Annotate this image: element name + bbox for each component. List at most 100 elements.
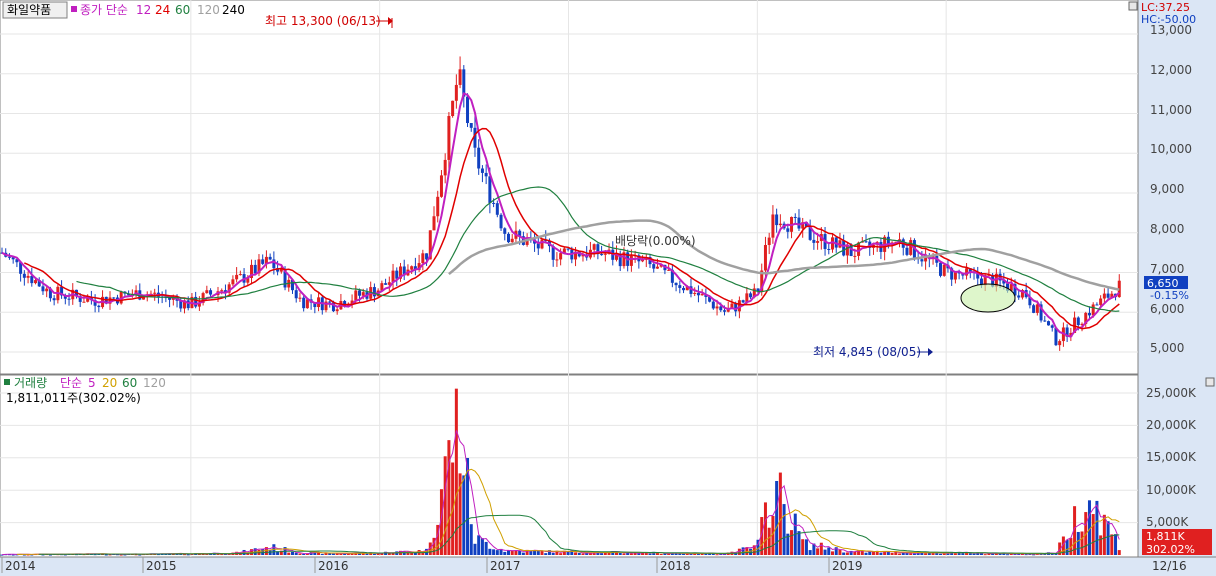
volume-bar — [1006, 554, 1010, 556]
volume-bar — [574, 552, 578, 555]
candle-body — [432, 216, 436, 231]
x-label-2018: 2018 — [660, 559, 691, 573]
volume-bar — [827, 547, 831, 555]
candle-body — [603, 253, 607, 255]
current-volume: 1,811K — [1146, 530, 1185, 543]
candle-body — [30, 275, 34, 284]
candle-body — [540, 239, 544, 249]
ma-period-12: 12 — [136, 3, 151, 17]
candle-body — [1050, 325, 1054, 328]
candle-body — [1043, 320, 1047, 322]
candle-body — [361, 292, 365, 296]
volume-bar — [365, 553, 369, 555]
candle-body — [45, 288, 49, 292]
volume-bar — [1114, 534, 1118, 555]
volume-bar — [261, 548, 265, 555]
candle-body — [1099, 298, 1103, 305]
candle-body — [395, 270, 399, 279]
price-legend-marker — [71, 6, 77, 12]
candle-body — [771, 214, 775, 238]
candle-body — [503, 228, 507, 234]
volume-bar — [842, 552, 846, 555]
candle-body — [499, 214, 503, 229]
volume-bar — [715, 554, 719, 556]
candle-body — [536, 243, 540, 249]
candle-body — [793, 216, 797, 218]
volume-bar — [1110, 534, 1114, 555]
vol-ytick-5000k: 5,000K — [1146, 515, 1189, 529]
ma-prefix: 종가 단순 — [80, 3, 128, 17]
volume-bar — [790, 530, 794, 555]
volume-bar — [358, 553, 362, 555]
candle-body — [1035, 304, 1039, 313]
candle-body — [674, 282, 678, 286]
volume-bar — [763, 502, 767, 555]
candle-body — [749, 293, 753, 298]
volume-bar — [696, 554, 700, 556]
candle-body — [209, 290, 213, 295]
candle-body — [920, 259, 924, 262]
volume-bar — [879, 552, 883, 555]
volume-bar — [495, 550, 499, 555]
volume-bar — [287, 552, 291, 555]
candle-body — [41, 286, 45, 292]
volume-bar — [629, 553, 633, 555]
current-volume-pct: 302.02% — [1146, 543, 1195, 556]
volume-bar — [503, 551, 507, 555]
x-axis-area — [0, 557, 1216, 576]
candle-body — [510, 238, 514, 243]
volume-bar — [845, 552, 849, 555]
volume-bar — [648, 553, 652, 555]
volume-bar — [320, 554, 324, 556]
candle-body — [693, 292, 697, 294]
volume-bar — [838, 549, 842, 555]
ma-period-240: 240 — [222, 3, 245, 17]
candle-body — [328, 301, 332, 303]
candle-body — [853, 255, 857, 257]
volume-bar — [540, 550, 544, 555]
price-panel-close-button[interactable] — [1128, 1, 1138, 11]
vol-ytick-10000k: 10,000K — [1146, 483, 1197, 497]
candle-body — [1017, 295, 1021, 298]
candle-body — [592, 244, 596, 250]
candle-body — [763, 245, 767, 271]
price-ytick-12000: 12,000 — [1150, 63, 1192, 77]
candle-body — [253, 264, 257, 274]
candle-body — [842, 240, 846, 256]
volume-panel-close-button[interactable] — [1205, 377, 1215, 387]
volume-bar — [618, 552, 622, 555]
vol-ytick-15000k: 15,000K — [1146, 450, 1197, 464]
volume-bar — [290, 551, 294, 555]
candle-body — [767, 237, 771, 246]
candle-body — [268, 256, 272, 260]
volume-bar — [581, 553, 585, 555]
candle-body — [942, 264, 946, 276]
x-label-2015: 2015 — [146, 559, 177, 573]
volume-bar — [782, 504, 786, 555]
price-ytick-10000: 10,000 — [1150, 142, 1192, 156]
volume-ma-5: 5 — [88, 376, 96, 390]
volume-bar — [1099, 535, 1103, 555]
candle-body — [294, 290, 298, 299]
candle-body — [722, 310, 726, 312]
volume-bar — [473, 543, 477, 555]
volume-bar — [302, 553, 306, 555]
candle-body — [484, 172, 488, 177]
volume-bar — [1080, 531, 1084, 555]
candle-body — [1102, 293, 1106, 299]
candle-body — [112, 297, 116, 299]
candle-body — [220, 290, 224, 292]
candle-body — [696, 292, 700, 296]
volume-bar — [484, 541, 488, 555]
volume-bar — [778, 472, 782, 555]
vol-ytick-25000k: 25,000K — [1146, 386, 1197, 400]
candle-body — [261, 259, 265, 264]
ma-period-24: 24 — [155, 3, 170, 17]
volume-bar — [521, 552, 525, 555]
volume-bar — [1091, 514, 1095, 555]
stock-name: 화일약품 — [7, 2, 51, 17]
volume-bar — [1076, 531, 1080, 555]
candle-body — [447, 116, 451, 160]
candle-body — [711, 301, 715, 309]
candle-body — [443, 159, 447, 176]
